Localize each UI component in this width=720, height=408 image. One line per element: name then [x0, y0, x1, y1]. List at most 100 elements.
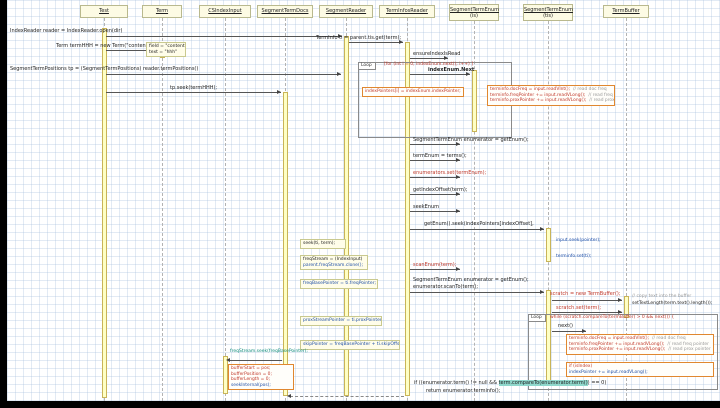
note-line: freqStream = (IndexInput) — [303, 257, 363, 262]
note-input-seek: input.seek(pointer); — [556, 238, 601, 243]
code-comment: // read prox pointer — [589, 98, 615, 104]
note-seek-ti[interactable]: seek(ti, term); — [300, 239, 346, 249]
message-label-scratch-set: scratch.set(term); — [556, 305, 602, 311]
message-label-enumerators-set: enumerators.set(termEnum); — [413, 170, 487, 176]
loop-condition: while (scratch.compareTo(termBuffer) > 0… — [550, 315, 675, 320]
arrow-right-icon — [456, 209, 460, 213]
left-black-bar — [0, 0, 7, 408]
note-terminfo-set: terminfo.set(ti); — [556, 254, 592, 259]
message-label-return-check: if ((enumerator.term() != null && term.c… — [414, 380, 606, 386]
lifeline-head-term[interactable]: Term — [142, 5, 182, 18]
message-line — [410, 58, 448, 59]
code-line: seekInternal(pos); — [231, 382, 271, 388]
bottom-black-bar — [0, 401, 720, 408]
message-label-scan-enum: scanEnum(term); — [413, 262, 457, 268]
arrow-left-icon — [287, 394, 291, 398]
actor-label: Term — [155, 8, 169, 14]
message-line — [410, 211, 460, 212]
note-freq-stream-clone[interactable]: freqStream = (IndexInput) parent.freqStr… — [300, 255, 368, 270]
lifeline-head-segment-term-enum-tis[interactable]: SegmentTermEnum (tis) — [523, 4, 573, 21]
message-label-get-enum: SegmentTermEnum enumerator = getEnum(); — [413, 137, 529, 143]
note-line: seek(ti, term); — [303, 241, 336, 246]
arrow-right-icon — [456, 267, 460, 271]
note-buffer-copy-comment: // copy text into the buffer — [632, 294, 692, 299]
note-prox-stream-pointer[interactable]: proxStreamPointer = ti.proxPointer; — [300, 316, 382, 326]
message-line — [552, 331, 586, 332]
code-comment: // read freq pointer — [588, 92, 614, 98]
code-line: terminfo.docFreq = input.readVInt(); — [569, 336, 650, 341]
message-line — [106, 74, 341, 75]
note-term-fields[interactable]: field = "content" text = "hhh" — [146, 42, 186, 57]
arrow-right-icon — [582, 329, 586, 333]
message-label-ensure-index: ensureIndexIsRead — [413, 51, 461, 57]
note-buffer-copy-code: setTextLength(term.text().length()); — [632, 301, 713, 306]
code-note-read-terminfo-scan[interactable]: terminfo.docFreq = input.readVInt();// r… — [566, 334, 714, 355]
return-check-post: ) == 0) — [587, 380, 607, 386]
arrow-right-icon — [277, 90, 281, 94]
lifeline-head-term-infos-reader[interactable]: TermInfosReader — [379, 5, 435, 18]
note-line: parent.freqStream.clone(); — [303, 262, 363, 268]
arrow-left-icon — [226, 358, 230, 362]
message-line — [552, 312, 622, 313]
message-label-seek-enum: seekEnum — [413, 204, 440, 210]
message-line — [410, 292, 544, 293]
actor-label: Test — [99, 8, 109, 14]
note-index-pointers[interactable]: indexPointers[i] = indexEnum.indexPointe… — [362, 87, 464, 97]
message-label-tis-get: TermInfo ti = parent.tis.get(term); — [316, 35, 402, 41]
message-line — [410, 229, 544, 230]
lifeline-head-test[interactable]: Test — [80, 5, 128, 18]
message-label-tp-seek: tp.seek(termHHH); — [170, 85, 218, 91]
note-skip-pointer[interactable]: skipPointer = freqBasePointer + ti.skipO… — [300, 340, 400, 350]
sequence-diagram-canvas: Test Term CSIndexInput SegmentTermDocs S… — [0, 0, 720, 408]
message-line — [410, 269, 460, 270]
code-comment: // read doc freq — [573, 87, 607, 92]
message-label-get-enum-seek: getEnum().seek(indexPointers[indexOffset… — [424, 221, 534, 227]
return-check-pre: if ((enumerator.term() != null && — [414, 380, 499, 386]
actor-instance-label: (is) — [470, 13, 478, 19]
note-line: proxStreamPointer = ti.proxPointer; — [303, 318, 382, 323]
return-line — [290, 396, 404, 397]
code-comment: // read prox pointer — [668, 347, 711, 353]
code-note-buffer-seek[interactable]: bufferStart = pos; bufferPosition = 0; b… — [228, 364, 294, 391]
message-label-get-index-offset: getIndexOffset(term); — [413, 187, 468, 193]
lifeline-cs-index-input — [225, 18, 226, 401]
arrow-right-icon — [618, 298, 622, 302]
arrow-right-icon — [540, 227, 544, 231]
actor-label: SegmentTermDocs — [261, 8, 309, 14]
message-label-open-reader: IndexReader reader = IndexReader.open(di… — [10, 28, 123, 34]
activation-segment-term-enum-tis-seek — [546, 228, 551, 262]
lifeline-head-segment-term-enum-is[interactable]: SegmentTermEnum (is) — [449, 4, 499, 21]
note-line: text = "hhh" — [149, 49, 178, 55]
actor-label: CSIndexInput — [208, 8, 242, 14]
lifeline-head-cs-index-input[interactable]: CSIndexInput — [199, 5, 251, 18]
code-note-is-index[interactable]: if (isIndex) indexPointer += input.readV… — [566, 362, 714, 378]
actor-label: TermBuffer — [612, 8, 640, 14]
lifeline-head-term-buffer[interactable]: TermBuffer — [603, 5, 649, 18]
message-label-terms: termEnum = terms(); — [413, 153, 467, 159]
message-line — [410, 177, 460, 178]
actor-label: SegmentReader — [325, 8, 367, 14]
actor-instance-label: (tis) — [543, 13, 553, 19]
message-line — [106, 92, 281, 93]
message-line — [410, 144, 460, 145]
code-line: terminfo.proxPointer += input.readVLong(… — [569, 347, 666, 353]
code-line: bufferStart = pos; — [231, 366, 271, 371]
code-comment: // read doc freq — [652, 336, 686, 341]
arrow-right-icon — [337, 72, 341, 76]
code-line: terminfo.freqPointer += input.readVLong(… — [490, 92, 586, 98]
lifeline-head-segment-term-docs[interactable]: SegmentTermDocs — [257, 5, 313, 18]
message-label-scan-to: enumerator.scanTo(term); — [413, 284, 478, 290]
message-line — [410, 194, 460, 195]
message-label-next: next() — [558, 323, 573, 329]
message-line — [552, 300, 622, 301]
code-line: if (isIndex) — [569, 364, 593, 369]
code-line: bufferLength = 0; — [231, 377, 270, 383]
note-freq-base-pointer[interactable]: freqBasePointer = ti.freqPointer; — [300, 279, 378, 289]
message-label-return-stmt: return enumerator.terminfo(); — [426, 388, 501, 394]
code-line: terminfo.freqPointer += input.readVLong(… — [569, 341, 665, 347]
message-label-new-term-buffer: scratch = new TermBuffer(); — [550, 291, 621, 297]
lifeline-head-segment-reader[interactable]: SegmentReader — [319, 5, 373, 18]
code-line: indexPointers[i] = indexEnum.indexPointe… — [365, 89, 461, 94]
code-note-read-terminfo[interactable]: terminfo.docFreq = input.readVInt();// r… — [487, 85, 615, 106]
note-line: skipPointer = freqBasePointer + ti.skipO… — [303, 342, 400, 347]
